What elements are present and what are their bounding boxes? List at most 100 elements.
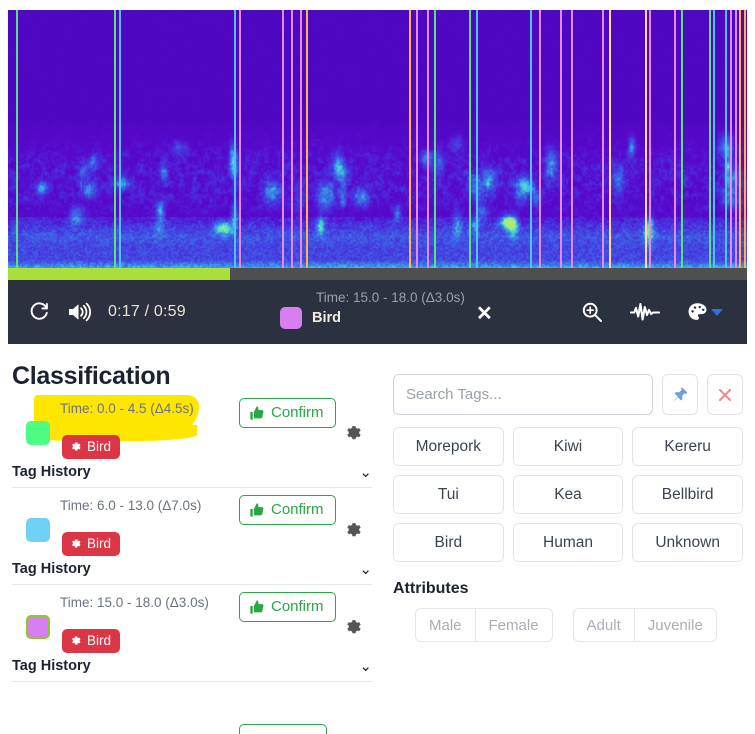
classification-panel: Classification Time: 0.0 - 4.5 (Δ4.5s) B… <box>12 362 372 734</box>
selection-color-swatch <box>280 307 302 329</box>
spectrogram-region-marker[interactable] <box>238 10 285 268</box>
spectrogram-region-marker[interactable] <box>730 10 738 268</box>
classification-row[interactable]: Time: 6.0 - 13.0 (Δ7.0s) Bird Confirm Ta… <box>12 494 372 591</box>
spectrogram-region-marker[interactable] <box>571 10 604 268</box>
gear-icon <box>72 635 81 645</box>
tag-pill[interactable]: Bird <box>62 629 121 653</box>
close-icon[interactable]: ✕ <box>476 304 493 324</box>
confirm-button[interactable]: Confirm <box>239 398 336 428</box>
spectrogram-region-marker[interactable] <box>681 10 711 268</box>
attribute-button-male[interactable]: Male <box>415 608 476 642</box>
thumbs-up-icon <box>250 502 264 517</box>
search-row <box>393 374 743 415</box>
classification-row[interactable]: Time: 15.0 - 18.0 (Δ3.0s) Bird Confirm T… <box>12 591 372 688</box>
row-divider <box>12 584 372 585</box>
playback-progress-track[interactable] <box>8 268 747 280</box>
tag-button-grid: Morepork Kiwi Kereru Tui Kea Bellbird Bird Huma… <box>393 427 743 562</box>
thumbs-up-icon <box>250 405 264 420</box>
attributes-title: Attributes <box>393 580 469 597</box>
attribute-button-juvenile[interactable]: Juvenile <box>634 608 717 642</box>
tag-history-label: Tag History <box>12 658 91 674</box>
tag-history-label: Tag History <box>12 464 91 480</box>
tag-history-toggle[interactable]: Tag History ⌄ <box>12 560 372 578</box>
selection-time-label: Time: 15.0 - 18.0 (Δ3.0s) <box>316 290 465 305</box>
spectrogram-region-marker[interactable] <box>475 10 532 268</box>
gear-icon <box>347 620 361 634</box>
palette-icon[interactable] <box>686 301 723 323</box>
attribute-button-adult[interactable]: Adult <box>572 608 635 642</box>
confirm-button-label: Confirm <box>271 501 324 518</box>
zoom-in-icon[interactable] <box>580 300 604 324</box>
tag-button-tui[interactable]: Tui <box>393 475 504 514</box>
spectrogram-region-marker[interactable] <box>608 10 648 268</box>
replay-icon[interactable] <box>28 301 50 323</box>
gear-icon <box>72 538 81 548</box>
tag-history-label: Tag History <box>12 561 91 577</box>
spectrogram-region-marker[interactable] <box>539 10 563 268</box>
playback-time: 0:17 / 0:59 <box>108 303 186 320</box>
tag-button-kea[interactable]: Kea <box>512 475 624 514</box>
tag-history-toggle[interactable]: Tag History ⌄ <box>12 657 372 675</box>
tag-history-toggle[interactable]: Tag History ⌄ <box>12 463 372 481</box>
bottom-panels: Classification Time: 0.0 - 4.5 (Δ4.5s) B… <box>0 352 755 734</box>
attribute-button-female[interactable]: Female <box>475 608 553 642</box>
confirm-button[interactable]: Confirm <box>239 592 336 622</box>
confirm-button[interactable]: Confirm <box>239 495 336 525</box>
region-color-swatch[interactable] <box>26 421 50 445</box>
gear-icon <box>72 441 81 451</box>
spectrogram-region-marker[interactable] <box>713 10 728 268</box>
tag-button-kereru[interactable]: Kereru <box>632 427 743 466</box>
row-settings-button[interactable] <box>344 618 363 642</box>
audio-player: 0:17 / 0:59 Time: 15.0 - 18.0 (Δ3.0s) Bi… <box>0 0 755 352</box>
tag-selection-panel: MoreporkKiwiKereru TuiKeaBellbird BirdHuma… <box>393 374 743 642</box>
tag-button-kiwi[interactable]: Kiwi <box>512 427 624 466</box>
gear-icon <box>347 426 361 440</box>
region-color-swatch[interactable] <box>26 518 50 542</box>
spectrogram-region-marker[interactable] <box>415 10 430 268</box>
next-row-confirm-button-peek[interactable] <box>239 724 327 734</box>
player-left-controls: 0:17 / 0:59 <box>28 280 186 344</box>
row-settings-button[interactable] <box>344 521 363 545</box>
spectrogram[interactable] <box>8 10 747 268</box>
tag-pill-label: Bird <box>87 633 112 648</box>
tag-button-bellbird[interactable]: Bellbird <box>632 475 743 514</box>
chevron-down-icon[interactable] <box>711 308 723 316</box>
gear-icon <box>347 523 361 537</box>
selection-info: Time: 15.0 - 18.0 (Δ3.0s) Bird <box>280 286 465 329</box>
attribute-group: Adult Juvenile <box>572 608 717 642</box>
spectrogram-region-marker[interactable] <box>433 10 471 268</box>
player-tool-controls <box>580 280 723 344</box>
thumbs-up-icon <box>250 599 264 614</box>
tag-pill[interactable]: Bird <box>62 532 121 556</box>
chevron-down-icon[interactable]: ⌄ <box>359 657 372 675</box>
waveform-icon[interactable] <box>630 301 660 323</box>
row-divider <box>12 681 372 682</box>
chevron-down-icon[interactable]: ⌄ <box>359 560 372 578</box>
row-time-label: Time: 6.0 - 13.0 (Δ7.0s) <box>60 498 202 513</box>
classification-list: Time: 0.0 - 4.5 (Δ4.5s) Bird Confirm Tag… <box>12 395 372 688</box>
row-settings-button[interactable] <box>344 424 363 448</box>
spectrogram-region-marker[interactable] <box>305 10 411 268</box>
tag-button-bird[interactable]: Bird <box>393 523 504 562</box>
pin-icon[interactable] <box>662 374 699 415</box>
chevron-down-icon[interactable]: ⌄ <box>359 463 372 481</box>
tag-pill[interactable]: Bird <box>62 435 121 459</box>
spectrogram-region-marker[interactable] <box>118 10 236 268</box>
tag-pill-label: Bird <box>87 439 112 454</box>
player-controls-bar: 0:17 / 0:59 Time: 15.0 - 18.0 (Δ3.0s) Bi… <box>8 280 747 344</box>
tag-button-human[interactable]: Human <box>512 523 624 562</box>
row-divider <box>12 487 372 488</box>
search-input[interactable] <box>393 374 654 415</box>
tag-button-morepork[interactable]: Morepork <box>393 427 504 466</box>
spectrogram-region-marker[interactable] <box>738 10 746 268</box>
attribute-button-groups: Male Female Adult Juvenile <box>415 608 743 642</box>
spectrogram-region-marker[interactable] <box>16 10 116 268</box>
spectrogram-region-marker[interactable] <box>649 10 677 268</box>
clear-tags-button[interactable] <box>707 374 743 415</box>
region-color-swatch[interactable] <box>26 615 50 639</box>
tag-button-unknown[interactable]: Unknown <box>632 523 743 562</box>
classification-row[interactable]: Time: 0.0 - 4.5 (Δ4.5s) Bird Confirm Tag… <box>12 395 372 494</box>
spectrogram-region-marker[interactable] <box>291 10 303 268</box>
volume-high-icon[interactable] <box>66 301 92 323</box>
page-title: Classification <box>12 362 171 390</box>
